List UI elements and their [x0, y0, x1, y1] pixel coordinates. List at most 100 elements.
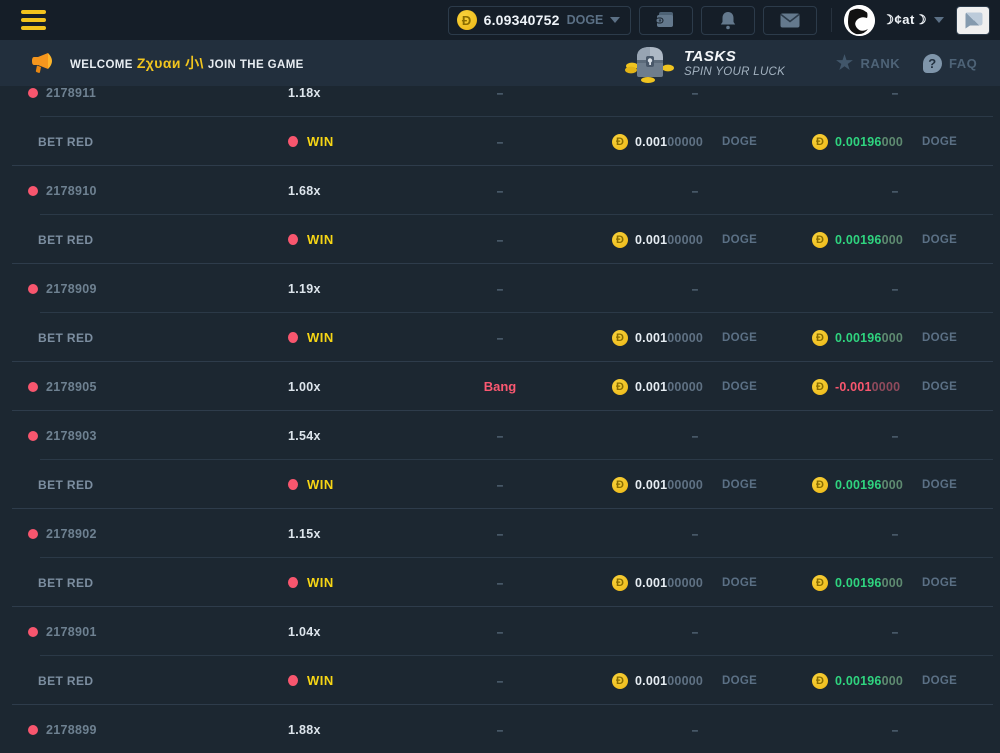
game-id: 2178911 — [46, 86, 96, 100]
win-result: WIN — [288, 232, 334, 247]
profit-cell: – — [845, 86, 945, 117]
multiplier-value: 1.04x — [288, 625, 321, 639]
red-dot-icon — [28, 627, 38, 637]
red-dot-icon — [28, 725, 38, 735]
middle-cell: – — [440, 86, 560, 117]
wallet-icon — [655, 11, 677, 29]
bet-amount-cell: Đ0.00100000DOGE — [612, 313, 757, 362]
red-dot-icon — [288, 675, 298, 686]
game-id: 2178903 — [46, 429, 97, 443]
empty-dash: – — [497, 576, 504, 590]
bet-row[interactable]: BET REDWIN–Đ0.00100000DOGEĐ0.00196000DOG… — [0, 656, 1000, 705]
bet-amount-cell: – — [645, 166, 745, 215]
bet-row[interactable]: BET REDWIN–Đ0.00100000DOGEĐ0.00196000DOG… — [0, 117, 1000, 166]
empty-dash: – — [692, 723, 699, 737]
promo-bar: WELCOMEΖχυαи 小\JOIN THE GAME TASKS SPIN … — [0, 40, 1000, 86]
balance-selector[interactable]: Đ 6.09340752 DOGE — [448, 6, 632, 35]
bet-amount-cell: Đ0.00100000DOGE — [612, 362, 757, 411]
bang-row[interactable]: 21789051.00xBangĐ0.00100000DOGEĐ-0.00100… — [0, 362, 1000, 411]
doge-coin-icon: Đ — [612, 477, 628, 493]
round-cell: 2178910 — [28, 166, 97, 215]
result-cell: WIN — [288, 313, 334, 362]
doge-coin-icon: Đ — [812, 330, 828, 346]
win-result: WIN — [288, 330, 334, 345]
middle-cell: – — [440, 166, 560, 215]
bet-type-label: BET RED — [38, 331, 93, 345]
empty-dash: – — [692, 527, 699, 541]
bet-amount-cell: Đ0.00100000DOGE — [612, 656, 757, 705]
empty-dash: – — [692, 429, 699, 443]
multiplier-value: 1.54x — [288, 429, 321, 443]
tasks-title: TASKS — [684, 48, 785, 65]
red-dot-icon — [288, 136, 298, 147]
win-result: WIN — [288, 134, 334, 149]
rank-link[interactable]: ★ RANK — [836, 54, 900, 73]
wallet-button[interactable] — [639, 6, 693, 35]
rank-label: RANK — [861, 56, 901, 71]
multiplier-value: 1.68x — [288, 184, 321, 198]
game-row[interactable]: 2178903 1.54x – – – — [0, 411, 1000, 460]
menu-button[interactable] — [21, 10, 46, 30]
tasks-subtitle: SPIN YOUR LUCK — [684, 66, 785, 78]
bet-row[interactable]: BET REDWIN–Đ0.00100000DOGEĐ0.00196000DOG… — [0, 460, 1000, 509]
amount-value: 0.00196000 — [835, 478, 909, 492]
empty-dash: – — [497, 625, 504, 639]
empty-dash: – — [497, 331, 504, 345]
round-cell: 2178899 — [28, 705, 97, 753]
profit-cell: Đ0.00196000DOGE — [812, 117, 957, 166]
avatar — [844, 5, 875, 36]
faq-link[interactable]: ? FAQ — [923, 54, 977, 73]
user-menu[interactable]: ☽¢at☽ — [844, 5, 944, 36]
doge-coin-icon: Đ — [457, 10, 477, 30]
welcome-message: WELCOMEΖχυαи 小\JOIN THE GAME — [70, 53, 304, 73]
game-row[interactable]: 21789091.19x––– — [0, 264, 1000, 313]
empty-dash: – — [692, 86, 699, 100]
amount-value: 0.00100000 — [635, 331, 709, 345]
doge-coin-icon: Đ — [812, 134, 828, 150]
amount-value: 0.00196000 — [835, 576, 909, 590]
profit-cell: – — [845, 411, 945, 460]
messages-button[interactable] — [763, 6, 817, 35]
empty-dash: – — [497, 429, 504, 443]
game-row[interactable]: 21789101.68x––– — [0, 166, 1000, 215]
welcome-username: Ζχυαи 小\ — [133, 55, 208, 71]
game-row[interactable]: 2178911 1.18x – – – — [0, 86, 1000, 117]
game-row[interactable]: 21789011.04x––– — [0, 607, 1000, 656]
red-dot-icon — [288, 234, 298, 245]
currency-label: DOGE — [922, 577, 957, 589]
round-cell: BET RED — [28, 215, 93, 264]
bet-row[interactable]: BET REDWIN–Đ0.00100000DOGEĐ0.00196000DOG… — [0, 313, 1000, 362]
game-row[interactable]: 21789021.15x––– — [0, 509, 1000, 558]
middle-cell: – — [440, 509, 560, 558]
bet-amount-cell: – — [645, 607, 745, 656]
balance-amount: 6.09340752 — [484, 12, 560, 28]
faq-label: FAQ — [949, 56, 977, 71]
amount-value: 0.00100000 — [635, 380, 709, 394]
crash-game-page: Đ 6.09340752 DOGE — [0, 0, 1000, 753]
middle-cell: – — [440, 607, 560, 656]
amount-value: 0.00100000 — [635, 576, 709, 590]
empty-dash: – — [497, 135, 504, 149]
middle-cell: – — [440, 460, 560, 509]
amount-value: 0.00100000 — [635, 478, 709, 492]
doge-coin-icon: Đ — [812, 673, 828, 689]
profit-cell: – — [845, 607, 945, 656]
bet-row[interactable]: BET REDWIN–Đ0.00100000DOGEĐ0.00196000DOG… — [0, 215, 1000, 264]
bet-amount-cell: Đ0.00100000DOGE — [612, 558, 757, 607]
bet-row[interactable]: BET REDWIN–Đ0.00100000DOGEĐ0.00196000DOG… — [0, 558, 1000, 607]
tasks-banner[interactable]: TASKS SPIN YOUR LUCK — [624, 43, 785, 83]
chat-toggle-button[interactable] — [956, 6, 990, 35]
notifications-button[interactable] — [701, 6, 755, 35]
question-icon: ? — [923, 54, 942, 73]
bet-type-label: BET RED — [38, 233, 93, 247]
bet-type-label: BET RED — [38, 478, 93, 492]
doge-coin-icon: Đ — [612, 134, 628, 150]
amount-value: 0.00196000 — [835, 331, 909, 345]
profit-cell: Đ0.00196000DOGE — [812, 313, 957, 362]
empty-dash: – — [892, 282, 899, 296]
red-dot-icon — [288, 332, 298, 343]
topbar: Đ 6.09340752 DOGE — [0, 0, 1000, 40]
mail-icon — [780, 13, 800, 28]
game-row[interactable]: 21788991.88x––– — [0, 705, 1000, 753]
multiplier-value: 1.18x — [288, 86, 321, 100]
